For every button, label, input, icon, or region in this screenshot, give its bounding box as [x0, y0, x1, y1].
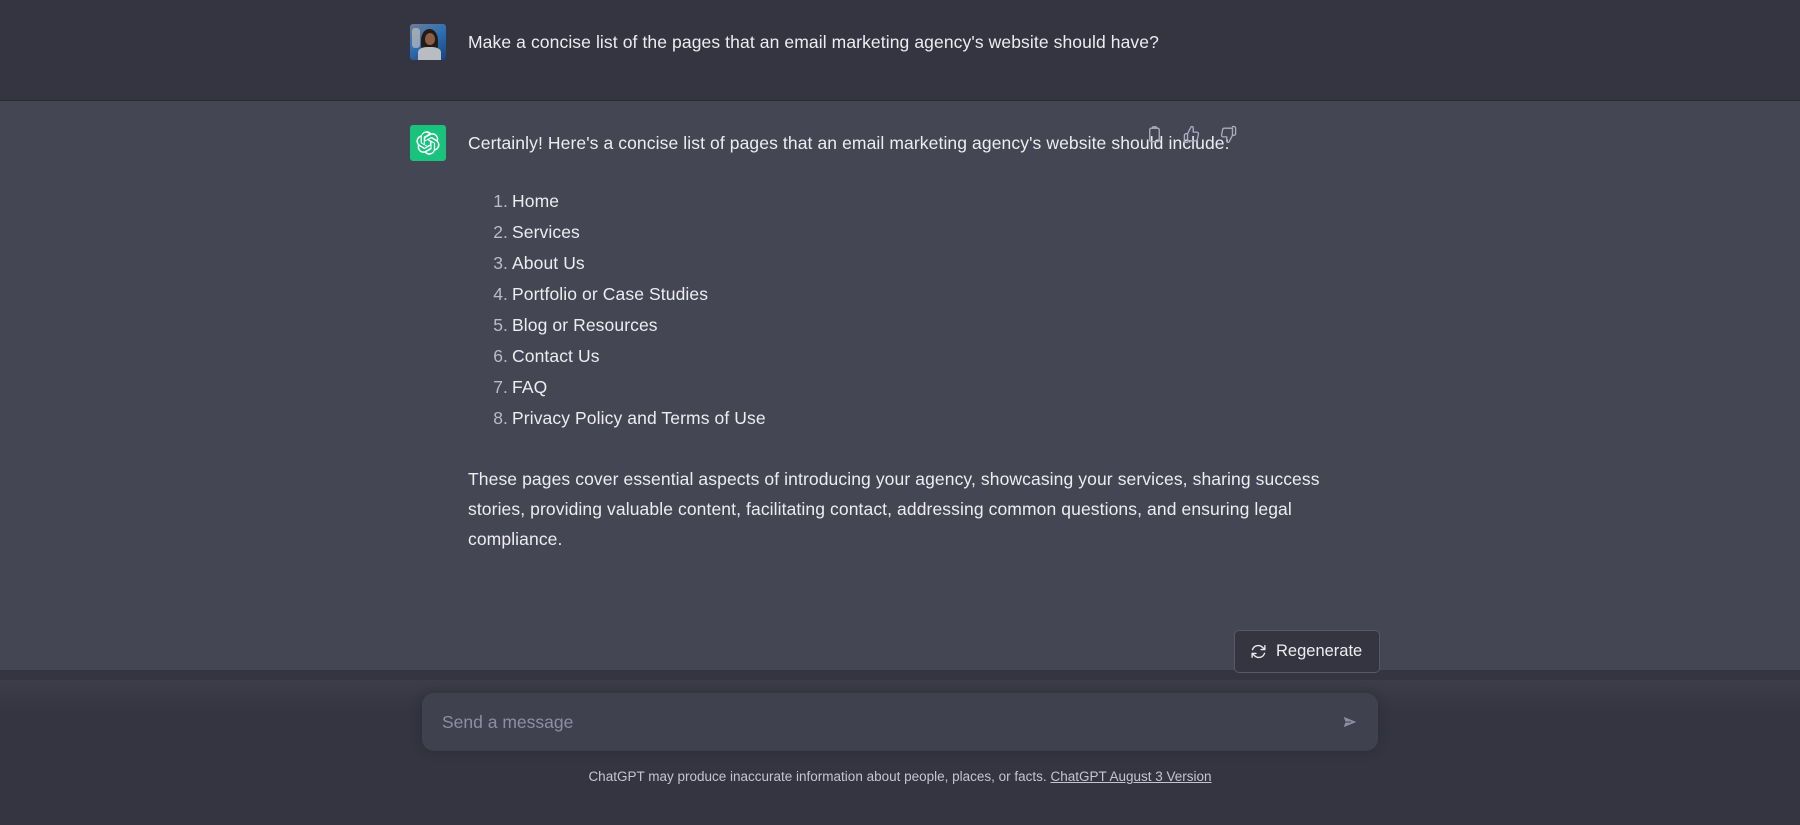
composer-region: ChatGPT may produce inaccurate informati…	[0, 680, 1800, 825]
message-action-bar	[1145, 125, 1238, 144]
assistant-message-inner: Certainly! Here's a concise list of page…	[410, 125, 1430, 554]
conversation-scroll-area[interactable]: Make a concise list of the pages that an…	[0, 0, 1800, 680]
user-message-text: Make a concise list of the pages that an…	[468, 32, 1159, 52]
regenerate-button-wrapper: Regenerate	[1234, 630, 1381, 673]
assistant-message-body: Certainly! Here's a concise list of page…	[468, 125, 1348, 554]
list-item: FAQ	[486, 372, 548, 403]
regenerate-button[interactable]: Regenerate	[1234, 630, 1381, 673]
chatgpt-logo	[410, 125, 446, 161]
refresh-icon	[1250, 643, 1267, 660]
page-list: Home Services About Us Portfolio or Case…	[468, 186, 1348, 434]
message-input[interactable]	[422, 693, 1378, 751]
footer-disclaimer-text: ChatGPT may produce inaccurate informati…	[588, 769, 1047, 784]
list-item: Portfolio or Case Studies	[486, 279, 709, 310]
avatar-background-detail	[412, 28, 420, 48]
regenerate-button-label: Regenerate	[1276, 642, 1363, 660]
copy-icon[interactable]	[1145, 125, 1164, 144]
send-icon	[1341, 713, 1359, 731]
chatgpt-version-link[interactable]: ChatGPT August 3 Version	[1050, 769, 1211, 784]
list-item: About Us	[486, 248, 585, 279]
assistant-message-row: Certainly! Here's a concise list of page…	[0, 100, 1800, 670]
user-message-row: Make a concise list of the pages that an…	[0, 0, 1800, 100]
avatar-face-shape	[425, 33, 435, 45]
thumbs-down-icon[interactable]	[1219, 125, 1238, 144]
assistant-closing-text: These pages cover essential aspects of i…	[468, 469, 1320, 549]
user-message-inner: Make a concise list of the pages that an…	[410, 24, 1430, 60]
user-avatar-photo	[410, 24, 446, 60]
list-item: Home	[486, 186, 560, 217]
user-message-body: Make a concise list of the pages that an…	[468, 24, 1348, 57]
thumbs-up-icon[interactable]	[1182, 125, 1201, 144]
list-item: Blog or Resources	[486, 310, 658, 341]
footer-disclaimer: ChatGPT may produce inaccurate informati…	[0, 768, 1800, 786]
list-item: Contact Us	[486, 341, 600, 372]
list-item: Privacy Policy and Terms of Use	[486, 403, 766, 434]
composer-box[interactable]	[422, 693, 1378, 751]
list-item: Services	[486, 217, 580, 248]
send-button[interactable]	[1334, 706, 1366, 738]
avatar-body-shape	[418, 47, 441, 60]
chatgpt-app-window: Make a concise list of the pages that an…	[0, 0, 1800, 825]
